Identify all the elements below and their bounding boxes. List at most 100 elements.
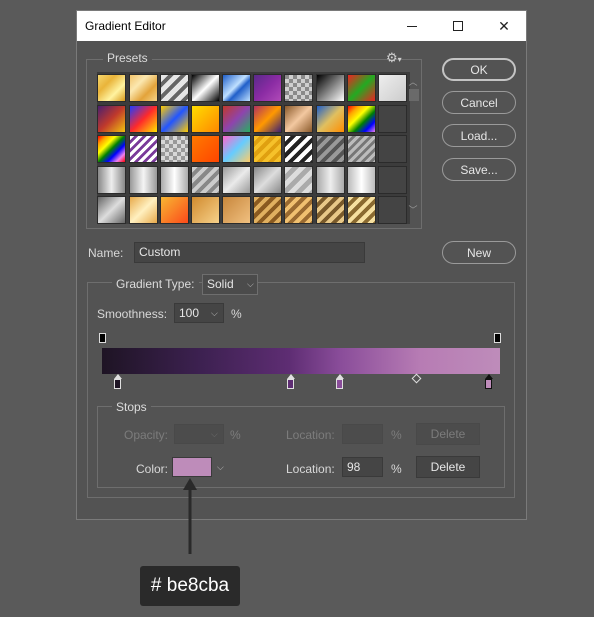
smoothness-label: Smoothness: [97,307,168,321]
preset-swatch[interactable] [347,166,376,194]
preset-swatch[interactable] [284,105,313,133]
stops-label: Stops [112,400,151,414]
gradient-type-value: Solid [207,277,234,291]
scroll-up-icon[interactable]: ︿ [408,75,418,88]
preset-swatch[interactable] [191,166,220,194]
maximize-button[interactable] [435,11,481,41]
preset-swatch[interactable] [347,196,376,224]
opacity-location-label: Location: [286,428,335,442]
scroll-thumb[interactable] [409,89,419,101]
preset-swatch[interactable] [378,135,407,163]
preset-swatch[interactable] [347,135,376,163]
preset-swatch[interactable] [378,166,407,194]
preset-swatch[interactable] [97,166,126,194]
preset-swatch[interactable] [97,74,126,102]
opacity-stop-left[interactable] [99,333,106,343]
chevron-down-icon: ⌵ [247,279,254,289]
preset-swatch[interactable] [222,74,251,102]
preset-swatch[interactable] [347,74,376,102]
color-swatch[interactable] [172,457,212,477]
color-location-label: Location: [286,462,335,476]
preset-swatch[interactable] [316,135,345,163]
opacity-input: ⌵ [174,424,224,444]
presets-scrollbar[interactable]: ︿ ﹀ [408,75,419,217]
preset-swatch[interactable] [253,135,282,163]
color-stop-1[interactable] [114,379,121,389]
preset-swatch[interactable] [378,196,407,224]
preset-swatch[interactable] [160,196,189,224]
gradient-preview-bar[interactable] [102,348,500,374]
hex-callout: # be8cba [140,566,240,606]
preset-swatch[interactable] [378,74,407,102]
scroll-down-icon[interactable]: ﹀ [408,203,418,216]
opacity-label: Opacity: [124,428,169,442]
preset-swatch[interactable] [316,105,345,133]
chevron-down-icon: ⌵ [211,429,218,439]
preset-swatch[interactable] [347,105,376,133]
preset-swatch[interactable] [316,196,345,224]
smoothness-input[interactable]: 100 ⌵ [174,303,224,323]
gradient-type-select[interactable]: Solid ⌵ [202,274,258,295]
color-stop-3[interactable] [336,379,343,389]
preset-swatch[interactable] [222,166,251,194]
save-button[interactable]: Save... [442,158,516,181]
preset-swatch[interactable] [316,74,345,102]
maximize-icon [453,21,463,31]
preset-swatch[interactable] [160,105,189,133]
preset-swatch[interactable] [316,166,345,194]
gradient-type-label: Gradient Type: [112,277,199,291]
presets-label: Presets [103,51,152,65]
preset-swatch[interactable] [222,135,251,163]
preset-swatch[interactable] [97,196,126,224]
name-label: Name: [88,246,124,260]
preset-swatch[interactable] [191,135,220,163]
color-location-input[interactable]: 98 [342,457,383,477]
gear-icon[interactable]: ⚙▾ [386,50,402,66]
preset-swatch[interactable] [284,74,313,102]
color-location-unit: % [391,462,402,476]
chevron-down-icon[interactable]: ⌵ [217,462,224,473]
preset-swatch[interactable] [191,196,220,224]
preset-swatch[interactable] [129,196,158,224]
close-button[interactable]: ✕ [481,11,527,41]
minimize-button[interactable] [389,11,435,41]
preset-swatch[interactable] [253,105,282,133]
opacity-location-input [342,424,383,444]
preset-swatch[interactable] [160,135,189,163]
ok-button[interactable]: OK [442,58,516,81]
preset-swatch[interactable] [253,166,282,194]
opacity-stop-right[interactable] [494,333,501,343]
opacity-location-unit: % [391,428,402,442]
preset-swatch[interactable] [97,105,126,133]
preset-swatch[interactable] [129,105,158,133]
close-icon: ✕ [498,17,510,34]
opacity-unit: % [230,428,241,442]
preset-swatch[interactable] [284,135,313,163]
preset-swatch[interactable] [191,105,220,133]
preset-swatch[interactable] [222,196,251,224]
preset-swatch[interactable] [129,74,158,102]
cancel-button[interactable]: Cancel [442,91,516,114]
preset-swatch[interactable] [253,196,282,224]
name-input[interactable]: Custom [134,242,365,263]
delete-button[interactable]: Delete [416,456,480,478]
new-button[interactable]: New [442,241,516,264]
smoothness-unit: % [231,307,242,321]
preset-swatch[interactable] [284,166,313,194]
preset-swatch[interactable] [97,135,126,163]
preset-swatch[interactable] [129,166,158,194]
preset-swatch[interactable] [284,196,313,224]
preset-swatch[interactable] [160,166,189,194]
preset-swatch[interactable] [253,74,282,102]
color-stop-4-selected[interactable] [485,379,492,389]
preset-swatch[interactable] [378,105,407,133]
title-bar[interactable]: Gradient Editor ✕ [77,11,526,41]
preset-swatch[interactable] [191,74,220,102]
presets-grid[interactable] [97,72,410,224]
preset-swatch[interactable] [160,74,189,102]
color-stop-2[interactable] [287,379,294,389]
window-title: Gradient Editor [85,19,166,33]
load-button[interactable]: Load... [442,124,516,147]
preset-swatch[interactable] [222,105,251,133]
preset-swatch[interactable] [129,135,158,163]
